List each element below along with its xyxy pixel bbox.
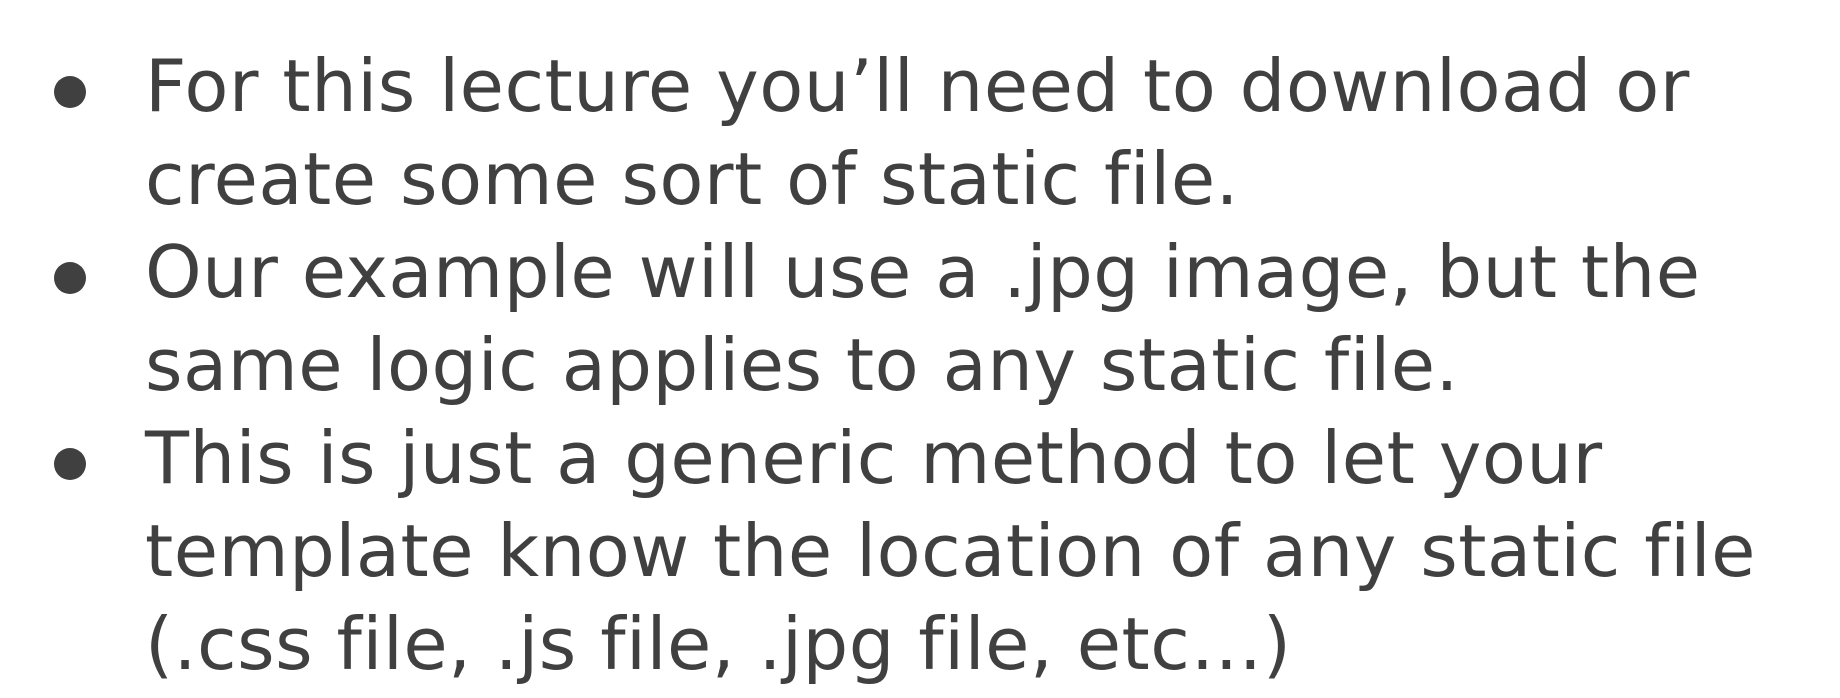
bullet-dot-icon (54, 76, 86, 108)
bullet-text: This is just a generic method to let you… (145, 416, 1756, 686)
bullet-item-1: For this lecture you’ll need to download… (0, 40, 1840, 226)
bullet-text: For this lecture you’ll need to download… (145, 44, 1690, 221)
bullet-dot-icon (54, 262, 86, 294)
bullet-item-2: Our example will use a .jpg image, but t… (0, 226, 1840, 412)
slide: For this lecture you’ll need to download… (0, 0, 1840, 698)
bullet-item-3: This is just a generic method to let you… (0, 412, 1840, 691)
bullet-list: For this lecture you’ll need to download… (0, 40, 1840, 691)
bullet-text: Our example will use a .jpg image, but t… (145, 230, 1701, 407)
bullet-dot-icon (54, 448, 86, 480)
